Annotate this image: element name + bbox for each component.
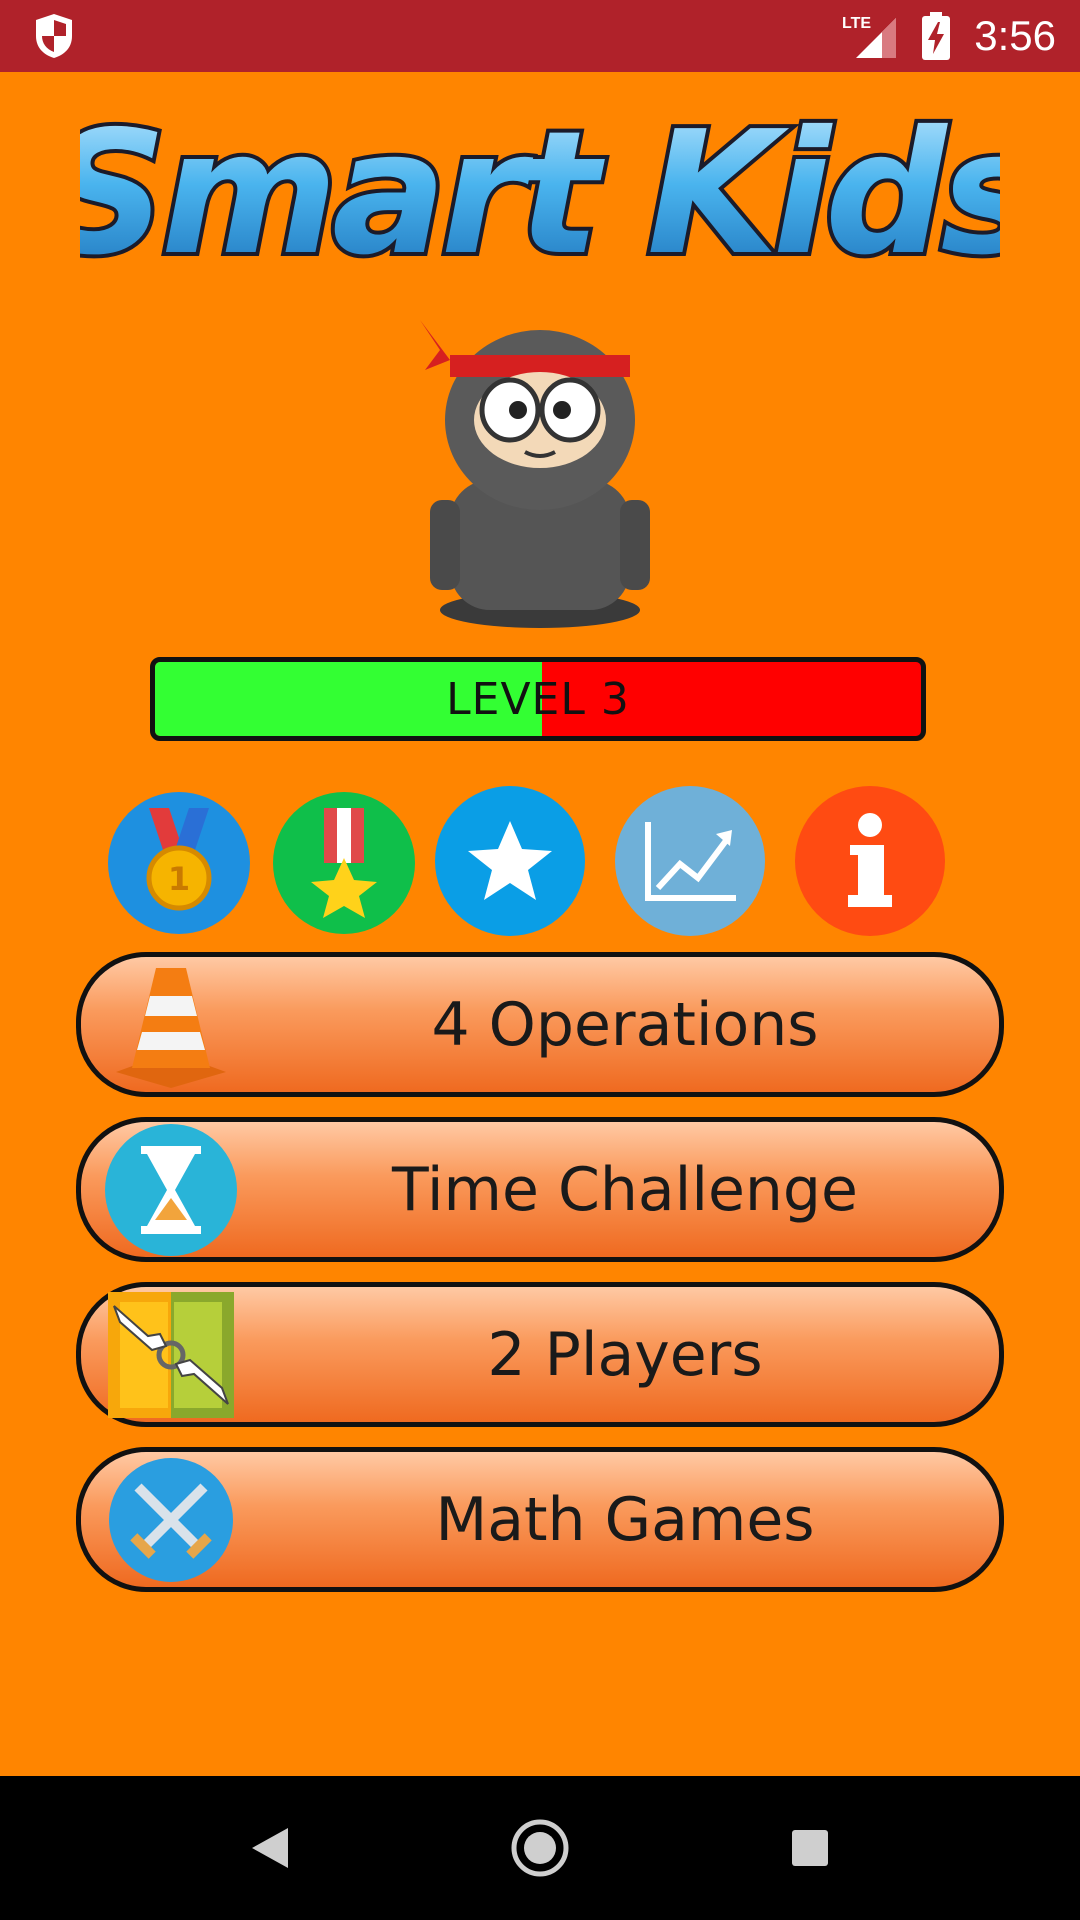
shield-icon — [36, 14, 72, 58]
signal-lte-icon: LTE — [842, 15, 896, 58]
navigation-bar — [0, 1776, 1080, 1920]
hourglass-icon — [105, 1123, 237, 1256]
award-button[interactable] — [273, 792, 415, 934]
medal-icon: 1 — [146, 808, 212, 911]
battery-charging-icon — [922, 12, 950, 60]
status-bar: LTE 3:56 — [0, 0, 1080, 72]
stats-chart-icon — [645, 822, 736, 901]
recents-button[interactable] — [774, 1812, 846, 1884]
clock: 3:56 — [974, 12, 1056, 59]
ninja-mascot — [420, 320, 650, 628]
math-games-button[interactable]: Math Games — [76, 1447, 1004, 1592]
four-operations-label: 4 Operations — [431, 989, 819, 1060]
back-button[interactable] — [234, 1812, 306, 1884]
home-circle-icon — [511, 1819, 569, 1877]
back-triangle-icon — [252, 1828, 288, 1868]
two-hands-icon — [108, 1291, 234, 1418]
info-icon — [848, 813, 892, 907]
svg-text:1: 1 — [168, 860, 190, 898]
home-button[interactable] — [504, 1812, 576, 1884]
smart-kids-logo: Smart Kids — [80, 91, 1000, 297]
four-operations-button[interactable]: 4 Operations — [76, 952, 1004, 1097]
crossed-swords-icon — [109, 1457, 233, 1582]
medal-button[interactable]: 1 — [108, 792, 250, 934]
level-progress-bar: LEVEL 3 — [150, 657, 926, 741]
favorites-button[interactable] — [435, 786, 585, 936]
two-players-label: 2 Players — [487, 1319, 763, 1390]
logo-text: Smart Kids — [80, 95, 1000, 293]
statistics-button[interactable] — [615, 786, 765, 936]
traffic-cone-icon — [116, 967, 226, 1088]
info-button[interactable] — [795, 786, 945, 936]
recents-square-icon — [792, 1830, 828, 1866]
star-icon — [468, 821, 552, 900]
time-challenge-button[interactable]: Time Challenge — [76, 1117, 1004, 1262]
network-type: LTE — [842, 15, 871, 32]
level-label: LEVEL 3 — [446, 673, 630, 725]
time-challenge-label: Time Challenge — [392, 1154, 858, 1225]
award-ribbon-icon — [311, 808, 377, 918]
two-players-button[interactable]: 2 Players — [76, 1282, 1004, 1427]
math-games-label: Math Games — [435, 1484, 815, 1555]
